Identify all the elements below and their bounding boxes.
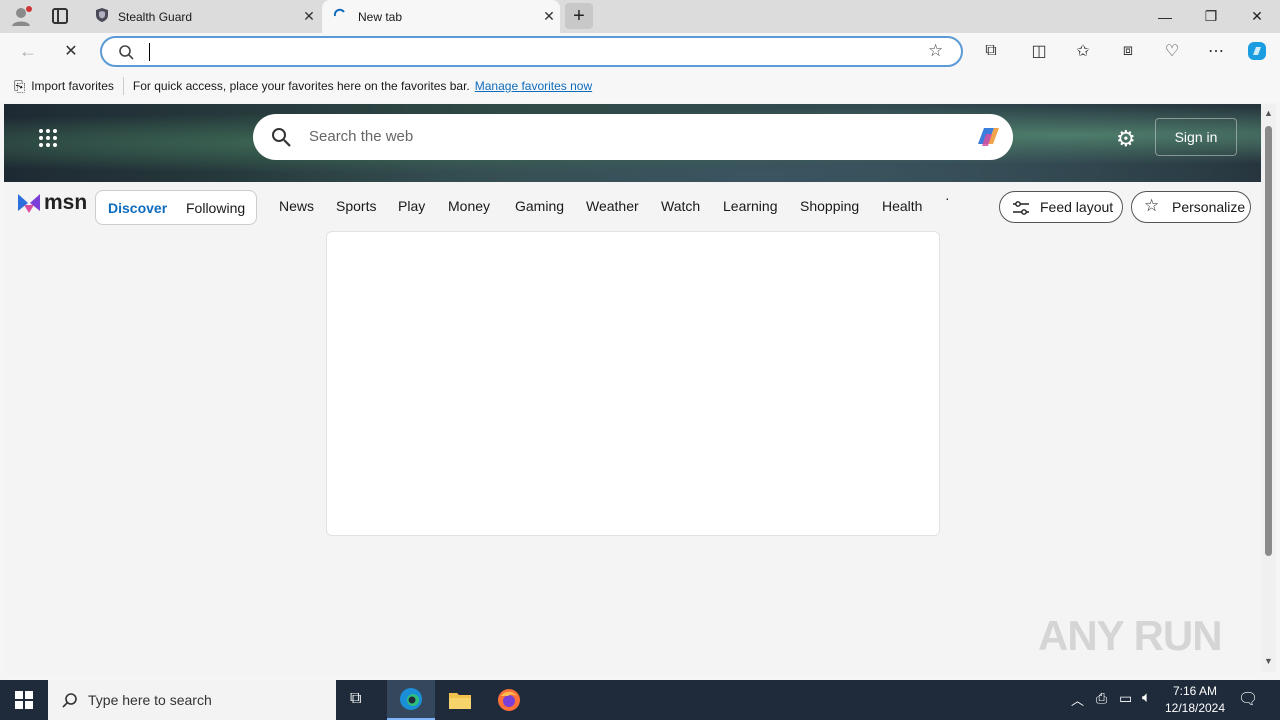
- tab-actions-icon[interactable]: [52, 8, 68, 24]
- restore-button[interactable]: ❐: [1188, 0, 1234, 33]
- scroll-thumb[interactable]: [1265, 126, 1272, 556]
- text-cursor: [149, 43, 150, 61]
- windows-start-icon[interactable]: [15, 691, 33, 709]
- nav-shopping[interactable]: Shopping: [800, 198, 859, 214]
- address-bar[interactable]: ☆: [100, 36, 963, 67]
- volume-icon[interactable]: 🔈︎: [1142, 689, 1151, 706]
- nav-weather[interactable]: Weather: [586, 198, 639, 214]
- butterfly-logo-icon: [18, 194, 40, 213]
- nav-money[interactable]: Money: [448, 198, 490, 214]
- nav-gaming[interactable]: Gaming: [515, 198, 564, 214]
- search-icon: [119, 45, 134, 60]
- close-tab-icon[interactable]: ✕: [298, 8, 320, 25]
- settings-gear-icon[interactable]: ⚙: [1116, 126, 1136, 152]
- personalize-label: Personalize: [1172, 199, 1246, 215]
- new-tab-button[interactable]: +: [565, 3, 593, 29]
- notifications-icon[interactable]: 🗨︎: [1238, 689, 1258, 709]
- taskbar: Type here to search ⧉ ︿ ⎙ ▭ 🔈︎ 7:16 AM 1…: [0, 680, 1280, 720]
- watermark-logo: ANY RUN: [1038, 612, 1223, 660]
- feed-tab-group: Discover Following: [95, 190, 257, 225]
- shield-icon: [94, 7, 118, 26]
- back-icon[interactable]: ←: [15, 39, 41, 63]
- toolbar: ← ✕ ☆ ⧉ ◫ ✩ ⧈ ♡ ⋯: [0, 33, 1280, 70]
- close-tab-icon[interactable]: ✕: [538, 8, 560, 25]
- sign-in-button[interactable]: Sign in: [1155, 118, 1237, 156]
- clock-time: 7:16 AM: [1172, 684, 1218, 698]
- search-icon: [62, 693, 77, 708]
- feed-layout-label: Feed layout: [1040, 199, 1114, 215]
- favorites-hint: For quick access, place your favorites h…: [132, 79, 470, 93]
- feed-layout-button[interactable]: Feed layout: [999, 191, 1123, 223]
- stop-loading-icon[interactable]: ✕: [58, 39, 84, 63]
- msn-page: Search the web ⚙ Sign in msn Discover Fo…: [4, 104, 1261, 676]
- extensions-icon[interactable]: ⧉: [978, 39, 1004, 63]
- favorite-star-icon[interactable]: ☆: [928, 41, 943, 61]
- favorites-bar: ⎘ Import favorites For quick access, pla…: [0, 70, 1280, 102]
- taskbar-search-box[interactable]: Type here to search: [48, 680, 336, 720]
- title-bar: Stealth Guard ✕ New tab ✕ + — ❐ ✕: [0, 0, 1280, 33]
- scroll-up-arrow[interactable]: ▲: [1264, 108, 1273, 118]
- network-icon[interactable]: ▭: [1119, 690, 1132, 707]
- msn-logo-text: msn: [44, 191, 88, 214]
- nav-play[interactable]: Play: [398, 198, 425, 214]
- search-icon: [272, 128, 291, 147]
- minimize-button[interactable]: —: [1142, 0, 1188, 33]
- personalize-star-icon: ☆: [1144, 196, 1160, 215]
- msn-nav-row: msn Discover Following News Sports Play …: [4, 182, 1261, 230]
- web-search-placeholder: Search the web: [309, 128, 414, 145]
- collections-icon[interactable]: ⧈: [1115, 39, 1141, 63]
- msn-logo[interactable]: msn: [16, 191, 87, 215]
- watermark-text: ANY RUN: [1038, 612, 1223, 659]
- clock[interactable]: 7:16 AM 12/18/2024: [1160, 683, 1230, 717]
- tab-new-tab[interactable]: New tab ✕: [322, 0, 560, 33]
- import-favorites-button[interactable]: Import favorites: [31, 79, 114, 93]
- content-card-placeholder: [326, 231, 940, 536]
- firefox-icon[interactable]: [497, 688, 521, 712]
- tab-following[interactable]: Following: [186, 200, 245, 216]
- show-hidden-icons[interactable]: ︿: [1071, 690, 1084, 709]
- tab-title: Stealth Guard: [118, 9, 193, 24]
- apps-grid-icon[interactable]: [38, 128, 58, 148]
- browser-essentials-icon[interactable]: ♡: [1159, 39, 1185, 63]
- nav-overflow-dot[interactable]: ·: [945, 190, 950, 206]
- nav-learning[interactable]: Learning: [723, 198, 778, 214]
- more-options-icon[interactable]: ⋯: [1203, 39, 1229, 63]
- manage-favorites-link[interactable]: Manage favorites now: [475, 79, 592, 93]
- nav-news[interactable]: News: [279, 198, 314, 214]
- profile-avatar-icon[interactable]: [10, 5, 32, 27]
- nav-watch[interactable]: Watch: [661, 198, 700, 214]
- tab-title: New tab: [358, 9, 403, 24]
- tab-stealth-guard[interactable]: Stealth Guard ✕: [84, 0, 320, 33]
- hero-banner: Search the web ⚙ Sign in: [4, 104, 1261, 182]
- favorites-icon[interactable]: ✩: [1070, 39, 1096, 63]
- file-explorer-icon[interactable]: [448, 689, 472, 711]
- nav-health[interactable]: Health: [882, 198, 922, 214]
- scroll-down-arrow[interactable]: ▼: [1264, 656, 1273, 666]
- clock-date: 12/18/2024: [1164, 701, 1226, 715]
- copilot-icon[interactable]: [1244, 39, 1270, 63]
- edge-taskbar-icon[interactable]: [387, 680, 435, 720]
- import-icon: ⎘: [14, 77, 26, 94]
- meet-now-icon[interactable]: ⎙: [1096, 690, 1107, 707]
- web-search-box[interactable]: Search the web: [253, 114, 1013, 160]
- split-screen-icon[interactable]: ◫: [1026, 39, 1052, 63]
- page-scrollbar[interactable]: ▲ ▼: [1261, 104, 1276, 672]
- loading-spinner-icon: [332, 7, 358, 26]
- task-view-icon[interactable]: ⧉: [350, 690, 361, 708]
- close-window-button[interactable]: ✕: [1234, 0, 1280, 33]
- personalize-button[interactable]: ☆ Personalize: [1131, 191, 1251, 223]
- tab-discover[interactable]: Discover: [108, 200, 167, 216]
- divider: [122, 77, 124, 95]
- sliders-icon: [1013, 201, 1029, 215]
- taskbar-search-placeholder: Type here to search: [88, 692, 212, 708]
- copilot-icon[interactable]: [972, 122, 1004, 152]
- nav-sports[interactable]: Sports: [336, 198, 376, 214]
